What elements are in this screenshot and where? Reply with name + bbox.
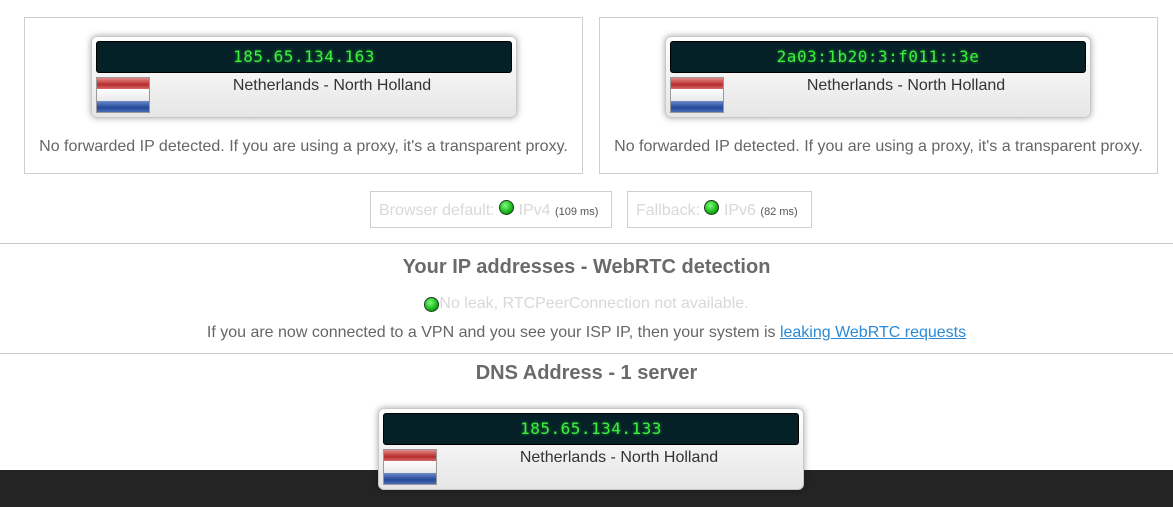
divider (0, 243, 1173, 244)
ip-address-display: 185.65.134.163 (96, 41, 512, 73)
dns-section-title: DNS Address - 1 server (475, 362, 698, 384)
protocol-label: Browser default: (379, 202, 495, 219)
dns-server-card: 185.65.134.133 Netherlands - North Holla… (378, 408, 804, 490)
status-ok-icon (424, 297, 440, 313)
vpn-note-text: If you are now connected to a VPN and yo… (206, 324, 780, 341)
ip-panel-ipv6: 2a03:1b20:3:f011::3e Netherlands - North… (599, 17, 1158, 174)
divider (0, 353, 1173, 354)
browser-default-protocol: Browser default: IPv4 (109 ms) (370, 191, 612, 228)
ip-address-display: 2a03:1b20:3:f011::3e (670, 41, 1086, 73)
webrtc-section-title: Your IP addresses - WebRTC detection (402, 256, 771, 278)
webrtc-status: No leak, RTCPeerConnection not available… (0, 295, 1173, 313)
protocol-label: Fallback: (636, 202, 701, 219)
protocol-name: IPv6 (723, 202, 756, 219)
status-ok-icon (499, 200, 515, 216)
dns-location: Netherlands - North Holland (519, 449, 719, 466)
ip-location: Netherlands - North Holland (806, 77, 1006, 94)
proxy-note: No forwarded IP detected. If you are usi… (39, 138, 568, 155)
latency-value: (82 ms) (760, 206, 798, 218)
netherlands-flag-icon (383, 449, 437, 485)
webrtc-leak-link[interactable]: leaking WebRTC requests (780, 324, 966, 341)
netherlands-flag-icon (96, 77, 150, 113)
vpn-note: If you are now connected to a VPN and yo… (0, 324, 1173, 342)
webrtc-status-text: No leak, RTCPeerConnection not available… (439, 295, 749, 312)
protocol-name: IPv4 (518, 202, 551, 219)
ip-panel-ipv4: 185.65.134.163 Netherlands - North Holla… (24, 17, 583, 174)
netherlands-flag-icon (670, 77, 724, 113)
dns-ip-display: 185.65.134.133 (383, 413, 799, 445)
fallback-protocol: Fallback: IPv6 (82 ms) (627, 191, 812, 228)
proxy-note: No forwarded IP detected. If you are usi… (614, 138, 1143, 155)
status-ok-icon (704, 200, 720, 216)
ip-location: Netherlands - North Holland (232, 77, 432, 94)
ip-card-ipv4: 185.65.134.163 Netherlands - North Holla… (91, 36, 517, 118)
ip-card-ipv6: 2a03:1b20:3:f011::3e Netherlands - North… (665, 36, 1091, 118)
latency-value: (109 ms) (554, 206, 599, 218)
